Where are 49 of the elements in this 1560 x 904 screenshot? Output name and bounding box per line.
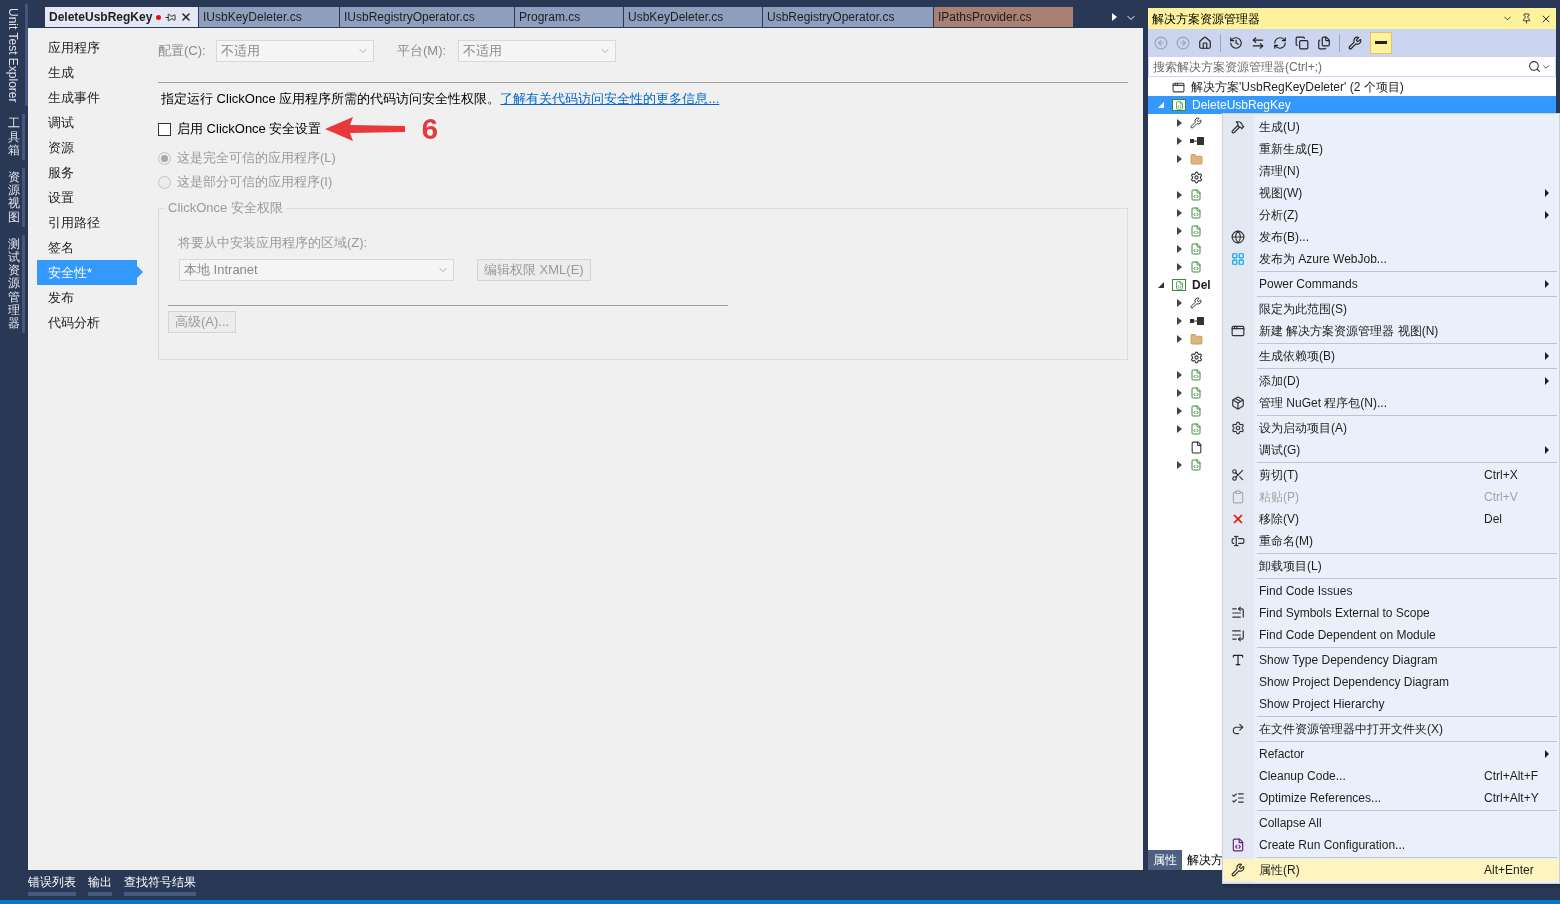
tree-item-label: Del	[1192, 277, 1211, 294]
menu-item-label: 生成(U)	[1259, 119, 1301, 136]
menu-item-label: 属性(R)	[1259, 862, 1301, 879]
shortcut-label: Ctrl+Alt+Y	[1484, 790, 1539, 807]
shortcut-label: Del	[1484, 511, 1502, 528]
menu-item-label: Find Code Issues	[1259, 583, 1354, 600]
menu-item-label: 限定为此范围(S)	[1259, 301, 1348, 318]
menu-item-label: Create Run Configuration...	[1259, 837, 1407, 854]
field-label: 配置(C):	[158, 41, 207, 60]
menu-item-label: Find Code Dependent on Module	[1259, 627, 1437, 644]
description-text: 指定运行 ClickOnce 应用程序所需的代码访问安全性权限。	[161, 90, 501, 109]
menu-item-label: Show Project Dependency Diagram	[1259, 674, 1451, 691]
shortcut-label: Ctrl+V	[1484, 489, 1518, 506]
step-number: 6	[421, 114, 439, 144]
field-label: 平台(M):	[397, 41, 448, 60]
shortcut-label: Ctrl+Alt+F	[1484, 768, 1538, 785]
menu-item-label: Find Symbols External to Scope	[1259, 605, 1431, 622]
panel-title: 解决方案资源管理器	[1152, 10, 1261, 28]
menu-item-label: 剪切(T)	[1259, 467, 1300, 484]
menu-item-label: 添加(D)	[1259, 373, 1301, 390]
menu-item-label: Show Project Hierarchy	[1259, 696, 1386, 713]
tree-item-label: DeleteUsbRegKey	[1192, 97, 1291, 114]
menu-item-label: 重新生成(E)	[1259, 141, 1324, 158]
menu-item-label: 清理(N)	[1259, 163, 1301, 180]
menu-item-label: 调试(G)	[1259, 442, 1302, 459]
shortcut-label: Alt+Enter	[1484, 862, 1534, 879]
menu-item-label: Show Type Dependency Diagram	[1259, 652, 1439, 669]
menu-item-label: 设为启动项目(A)	[1259, 420, 1348, 437]
field-label: 将要从中安装应用程序的区域(Z):	[178, 234, 369, 252]
menu-item-label: 发布为 Azure WebJob...	[1259, 251, 1388, 268]
menu-item-label: 发布(B)...	[1259, 229, 1310, 246]
menu-item-label: 分析(Z)	[1259, 207, 1300, 224]
menu-item-label: Refactor	[1259, 746, 1306, 763]
menu-item-label: Optimize References...	[1259, 790, 1383, 807]
tree-item-label: 解决方案'UsbRegKeyDeleter' (2 个项目)	[1191, 79, 1404, 96]
menu-item-label: 移除(V)	[1259, 511, 1300, 528]
menu-item-label: Power Commands	[1259, 276, 1359, 293]
menu-item-label: Cleanup Code...	[1259, 768, 1347, 785]
menu-item-label: 在文件资源管理器中打开文件夹(X)	[1259, 721, 1444, 738]
group-title: ClickOnce 安全权限	[165, 200, 286, 216]
menu-item-label: 新建 解决方案资源管理器 视图(N)	[1259, 323, 1440, 340]
menu-item-label: Collapse All	[1259, 815, 1323, 832]
menu-item-label: 生成依赖项(B)	[1259, 348, 1336, 365]
menu-item-label: 粘贴(P)	[1259, 489, 1300, 506]
shortcut-label: Ctrl+X	[1484, 467, 1518, 484]
menu-item-label: 卸载项目(L)	[1259, 558, 1323, 575]
menu-item-label: 重命名(M)	[1259, 533, 1314, 550]
menu-item-label: 视图(W)	[1259, 185, 1304, 202]
menu-item-label: 管理 NuGet 程序包(N)...	[1259, 395, 1388, 412]
